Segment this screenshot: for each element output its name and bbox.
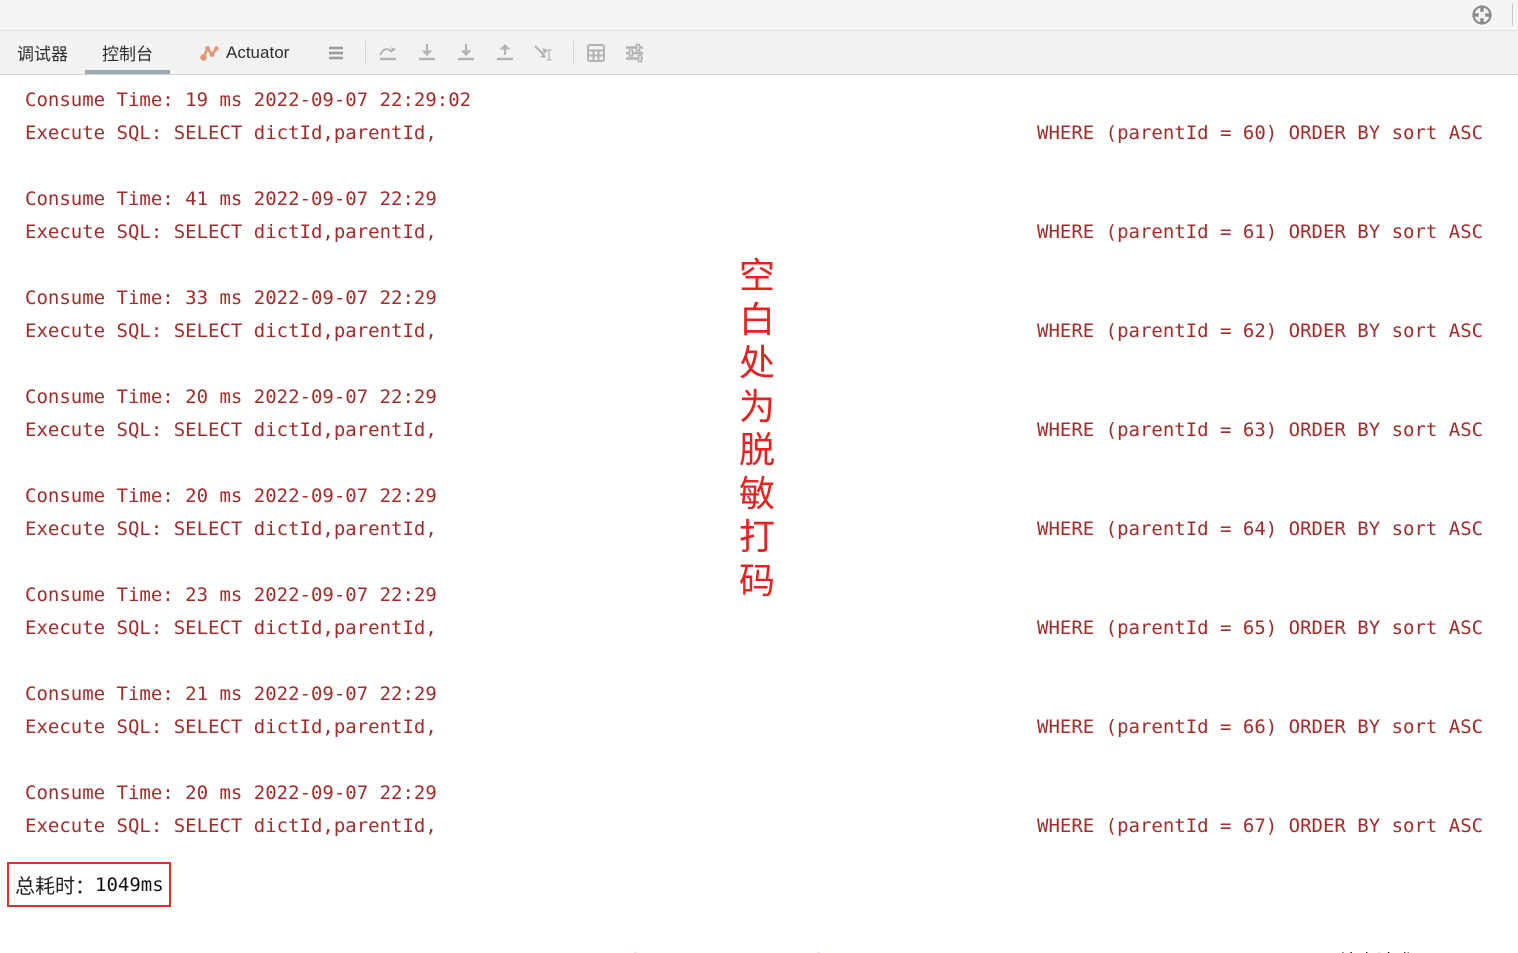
log-execute-sql: Execute SQL: SELECT dictId,parentId, bbox=[25, 216, 437, 249]
log-execute-sql: Execute SQL: SELECT dictId,parentId, bbox=[25, 315, 437, 348]
console-tab-bar: 调试器 控制台 Actuator bbox=[0, 31, 1518, 75]
total-time-label: 总耗时： bbox=[15, 870, 95, 899]
tab-actuator[interactable]: Actuator bbox=[182, 31, 306, 74]
menu-icon[interactable] bbox=[324, 41, 348, 65]
log-execute-sql: Execute SQL: SELECT dictId,parentId, bbox=[25, 513, 437, 546]
crosshair-target-icon[interactable] bbox=[1469, 2, 1495, 28]
log-consume-time: Consume Time: 20 ms 2022-09-07 22:29 bbox=[25, 480, 437, 513]
log-consume-time: Consume Time: 20 ms 2022-09-07 22:29 bbox=[25, 777, 437, 810]
top-strip bbox=[0, 0, 1518, 31]
actuator-graph-icon bbox=[199, 43, 220, 63]
log-where-clause: WHERE (parentId = 64) ORDER BY sort ASC bbox=[1037, 513, 1483, 546]
ide-window: 调试器 控制台 Actuator bbox=[0, 0, 1518, 953]
tab-actuator-label: Actuator bbox=[226, 43, 289, 63]
tab-console-label: 控制台 bbox=[102, 40, 153, 65]
jump-to-end-icon[interactable] bbox=[415, 41, 439, 65]
tab-debugger-label: 调试器 bbox=[17, 40, 68, 65]
console-toolbar bbox=[324, 31, 662, 74]
tab-console[interactable]: 控制台 bbox=[85, 31, 170, 74]
soft-wrap-grid-icon[interactable] bbox=[584, 41, 608, 65]
log-consume-time: Consume Time: 21 ms 2022-09-07 22:29 bbox=[25, 678, 437, 711]
toolbar-separator bbox=[365, 41, 366, 65]
log-consume-time: Consume Time: 33 ms 2022-09-07 22:29 bbox=[25, 282, 437, 315]
log-where-clause: WHERE (parentId = 67) ORDER BY sort ASC bbox=[1037, 810, 1483, 843]
console-output: Consume Time: 19 ms 2022-09-07 22:29:02 … bbox=[0, 75, 1518, 953]
scroll-down-icon[interactable] bbox=[454, 41, 478, 65]
scroll-up-icon[interactable] bbox=[493, 41, 517, 65]
log-execute-sql: Execute SQL: SELECT dictId,parentId, bbox=[25, 711, 437, 744]
toolbar-separator bbox=[573, 41, 574, 65]
log-execute-sql: Execute SQL: SELECT dictId,parentId, bbox=[25, 117, 437, 150]
step-over-arc-icon[interactable] bbox=[376, 41, 400, 65]
log-execute-sql: Execute SQL: SELECT dictId,parentId, bbox=[25, 612, 437, 645]
debug-log-line: 2022-09-07 22:29:02[XNIO-1 task-1]DEBUGc… bbox=[13, 913, 1517, 946]
strip-divider bbox=[1512, 3, 1513, 26]
log-where-clause: WHERE (parentId = 62) ORDER BY sort ASC bbox=[1037, 315, 1483, 348]
log-consume-time: Consume Time: 41 ms 2022-09-07 22:29 bbox=[25, 183, 437, 216]
log-where-clause: WHERE (parentId = 61) ORDER BY sort ASC bbox=[1037, 216, 1483, 249]
filter-settings-icon[interactable] bbox=[623, 41, 647, 65]
log-consume-time: Consume Time: 23 ms 2022-09-07 22:29 bbox=[25, 579, 437, 612]
scroll-to-cursor-icon[interactable] bbox=[532, 41, 556, 65]
log-where-clause: WHERE (parentId = 65) ORDER BY sort ASC bbox=[1037, 612, 1483, 645]
log-consume-time: Consume Time: 19 ms 2022-09-07 22:29:02 bbox=[25, 84, 471, 117]
log-execute-sql: Execute SQL: SELECT dictId,parentId, bbox=[25, 414, 437, 447]
log-where-clause: WHERE (parentId = 66) ORDER BY sort ASC bbox=[1037, 711, 1483, 744]
tab-debugger[interactable]: 调试器 bbox=[0, 31, 85, 74]
total-time-value: 1049ms bbox=[95, 874, 164, 896]
log-where-clause: WHERE (parentId = 60) ORDER BY sort ASC bbox=[1037, 117, 1483, 150]
log-execute-sql: Execute SQL: SELECT dictId,parentId, bbox=[25, 810, 437, 843]
redaction-watermark: 空白处为脱敏打码 bbox=[735, 255, 779, 603]
total-time-box: 总耗时： 1049ms bbox=[7, 862, 171, 907]
log-consume-time: Consume Time: 20 ms 2022-09-07 22:29 bbox=[25, 381, 437, 414]
log-where-clause: WHERE (parentId = 63) ORDER BY sort ASC bbox=[1037, 414, 1483, 447]
